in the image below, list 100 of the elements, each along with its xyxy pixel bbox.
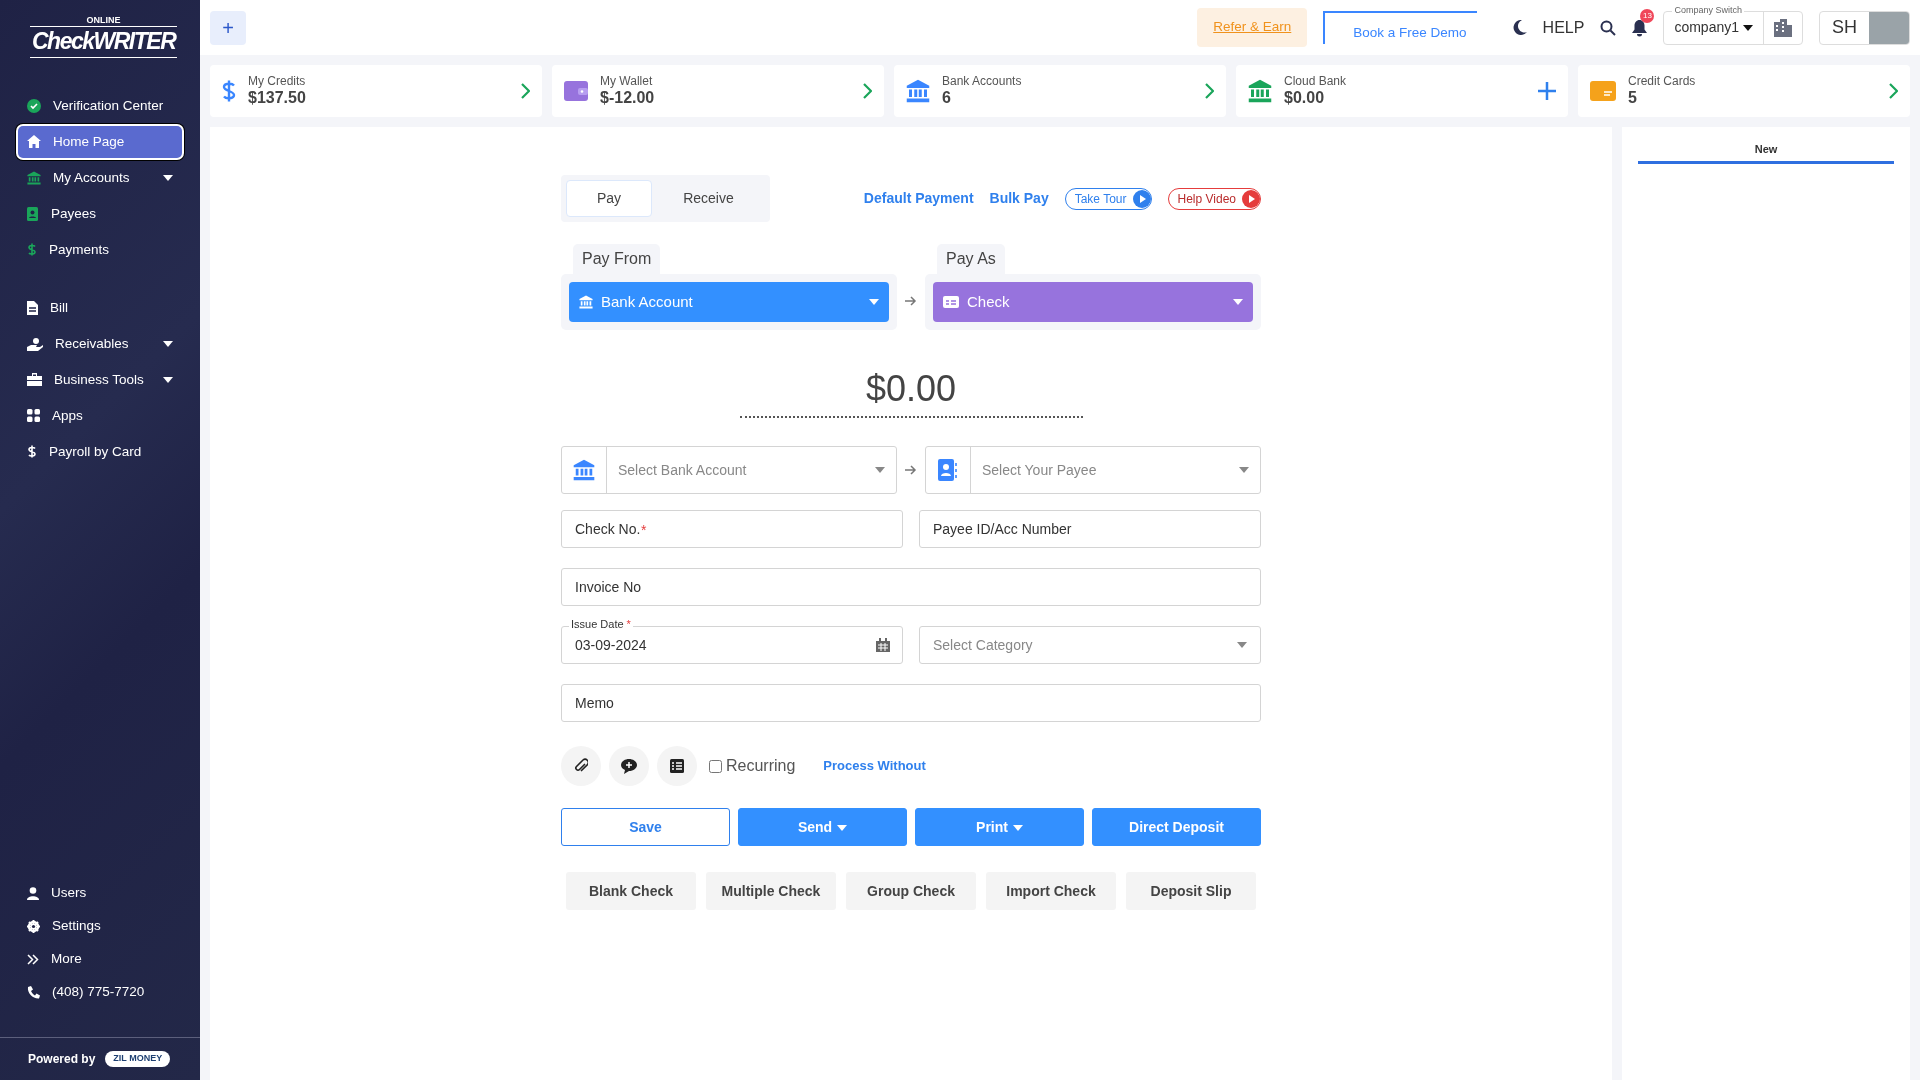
check-card-icon (943, 296, 959, 308)
shortcut-button[interactable]: Blank Check (566, 872, 696, 910)
link[interactable]: Bulk Pay (989, 188, 1049, 209)
bank-icon (1248, 79, 1272, 103)
invoice-field[interactable]: Invoice No (561, 568, 1261, 606)
dollar-icon (222, 79, 236, 103)
plus-icon[interactable] (1538, 82, 1556, 100)
sidebar-item[interactable]: Settings (18, 912, 182, 941)
required-mark: * (641, 521, 647, 540)
stat-label: Credit Cards (1628, 74, 1696, 88)
sidebar-item[interactable]: (408) 775-7720 (18, 978, 182, 1007)
link[interactable]: Default Payment (863, 188, 974, 209)
company-switch-label: Company Switch (1672, 3, 1744, 17)
chevron-right-icon[interactable] (1204, 83, 1214, 99)
user-icon (27, 887, 39, 900)
paperclip-icon (574, 758, 588, 774)
chat-plus-icon (621, 758, 637, 774)
caret-down-icon (875, 467, 885, 473)
checkbox-label: Recurring (726, 756, 796, 776)
demo-link[interactable]: Book a Free Demo (1323, 11, 1477, 44)
chevron-right-icon[interactable] (520, 83, 530, 99)
caret-down-icon (1233, 299, 1243, 305)
moon-icon[interactable] (1512, 20, 1527, 35)
sidebar-item[interactable]: My Accounts (18, 161, 182, 194)
calendar-icon[interactable] (876, 638, 890, 652)
stat-value: $-12.00 (600, 88, 655, 108)
stat-label: My Credits (248, 74, 306, 88)
toolbox-icon (27, 373, 42, 387)
sidebar-item[interactable]: Apps (18, 399, 182, 432)
powered-by-text: Powered by (28, 1051, 96, 1068)
bank-account-select[interactable]: Select Bank Account (561, 446, 897, 494)
stat-card[interactable]: Cloud Bank $0.00 (1236, 65, 1568, 117)
amount-text: $0.00 (864, 367, 958, 411)
recurring-checkbox[interactable] (709, 759, 722, 773)
list-button[interactable] (657, 746, 697, 786)
stat-label: Cloud Bank (1284, 74, 1347, 88)
home-icon (27, 135, 41, 149)
building-icon[interactable] (1774, 18, 1792, 37)
caret-down-icon (1239, 467, 1249, 473)
shortcut-button[interactable]: Deposit Slip (1126, 872, 1256, 910)
list-icon (670, 759, 684, 773)
phone-icon (27, 986, 40, 999)
document-icon (27, 300, 38, 315)
sidebar-item[interactable]: Bill (18, 291, 182, 324)
action-button[interactable]: Save (561, 808, 730, 846)
chevron-right-icon[interactable] (862, 83, 872, 99)
sidebar-item[interactable]: Home Page (18, 125, 182, 158)
sidebar-item[interactable]: Verification Center (18, 89, 182, 122)
pay-as-dropdown[interactable]: Check (933, 282, 1253, 322)
stat-card[interactable]: Credit Cards 5 (1578, 65, 1910, 117)
stat-value: $0.00 (1284, 88, 1326, 108)
bank-icon (573, 459, 595, 481)
settings-icon (27, 920, 40, 933)
bank-icon (579, 295, 593, 309)
category-select[interactable]: Select Category (919, 626, 1261, 664)
arrow-right-icon (905, 465, 917, 475)
tab[interactable]: Receive (652, 180, 765, 217)
sidebar-item[interactable]: Receivables (18, 327, 182, 360)
stat-value: 6 (942, 88, 952, 108)
memo-field[interactable]: Memo (561, 684, 1261, 722)
add-button[interactable]: + (210, 10, 246, 45)
play-icon (1242, 189, 1260, 208)
caret-down-icon (869, 299, 879, 305)
stat-card[interactable]: My Wallet $-12.00 (552, 65, 884, 117)
shortcut-button[interactable]: Group Check (846, 872, 976, 910)
payee-id-field[interactable]: Payee ID/Acc Number (919, 510, 1261, 548)
stat-card[interactable]: My Credits $137.50 (210, 65, 542, 117)
brand-badge[interactable]: ZIL MONEY (105, 1051, 171, 1067)
play-icon (1132, 189, 1151, 208)
search-icon[interactable] (1600, 19, 1617, 36)
sidebar-item[interactable]: Users (18, 879, 182, 908)
sidebar-item[interactable]: Payees (18, 197, 182, 230)
shortcut-button[interactable]: Multiple Check (706, 872, 836, 910)
chevron-right-icon[interactable] (1888, 83, 1898, 99)
grid-icon (27, 409, 40, 423)
caret-down-icon (1237, 642, 1247, 648)
comment-button[interactable] (609, 746, 649, 786)
tab[interactable]: New (1638, 141, 1894, 164)
sidebar-item[interactable]: Payroll by Card (18, 435, 182, 468)
bank-icon (27, 170, 41, 185)
stat-card[interactable]: Bank Accounts 6 (894, 65, 1226, 117)
bell-icon[interactable] (1632, 19, 1648, 37)
stat-value: $137.50 (248, 88, 306, 108)
double-chevron-icon (27, 954, 39, 965)
stat-label: Bank Accounts (942, 74, 1022, 88)
dollar-icon (27, 242, 37, 258)
help-link[interactable]: HELP (1542, 15, 1585, 40)
sidebar-item[interactable]: Payments (18, 233, 182, 266)
logo: ONLINE CheckWRITER (30, 16, 178, 58)
process-without-link[interactable]: Process Without (823, 756, 926, 776)
wallet-icon (564, 81, 588, 101)
sidebar-item[interactable]: More (18, 945, 182, 974)
attach-button[interactable] (561, 746, 601, 786)
dollar-icon (27, 444, 37, 460)
shortcut-button[interactable]: Import Check (986, 872, 1116, 910)
check-circle-icon (27, 98, 41, 113)
credit-card-icon (1590, 81, 1616, 101)
tab[interactable]: Pay (566, 180, 653, 217)
sidebar-item[interactable]: Business Tools (18, 363, 182, 396)
payee-select[interactable]: Select Your Payee (925, 446, 1261, 494)
